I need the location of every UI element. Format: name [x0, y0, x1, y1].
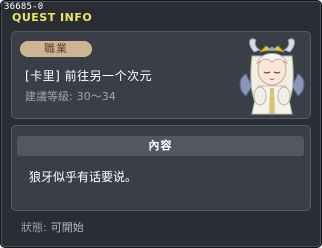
npc-portrait-icon — [239, 38, 305, 115]
status-value: 可開始 — [50, 221, 84, 234]
quest-summary-panel: 職業 [卡里] 前往另一个次元 建議等級: 30～34 — [11, 31, 311, 119]
status-label: 狀態: — [21, 221, 47, 234]
quest-info-window: 36685-0 QUEST INFO 職業 [卡里] 前往另一个次元 建議等級:… — [0, 0, 322, 248]
recommended-level: 建議等級: 30～34 — [25, 90, 116, 104]
quest-status: 狀態: 可開始 — [21, 221, 84, 235]
content-text: 狼牙似乎有话要说。 — [29, 170, 138, 184]
level-label: 建議等級: — [25, 90, 73, 103]
job-badge: 職業 — [20, 41, 92, 57]
quest-name: [卡里] 前往另一个次元 — [25, 69, 153, 83]
level-range: 30～34 — [76, 90, 116, 103]
window-title: QUEST INFO — [12, 11, 93, 24]
quest-content-panel: 內容 狼牙似乎有话要说。 — [11, 125, 311, 211]
content-header: 內容 — [17, 136, 304, 156]
